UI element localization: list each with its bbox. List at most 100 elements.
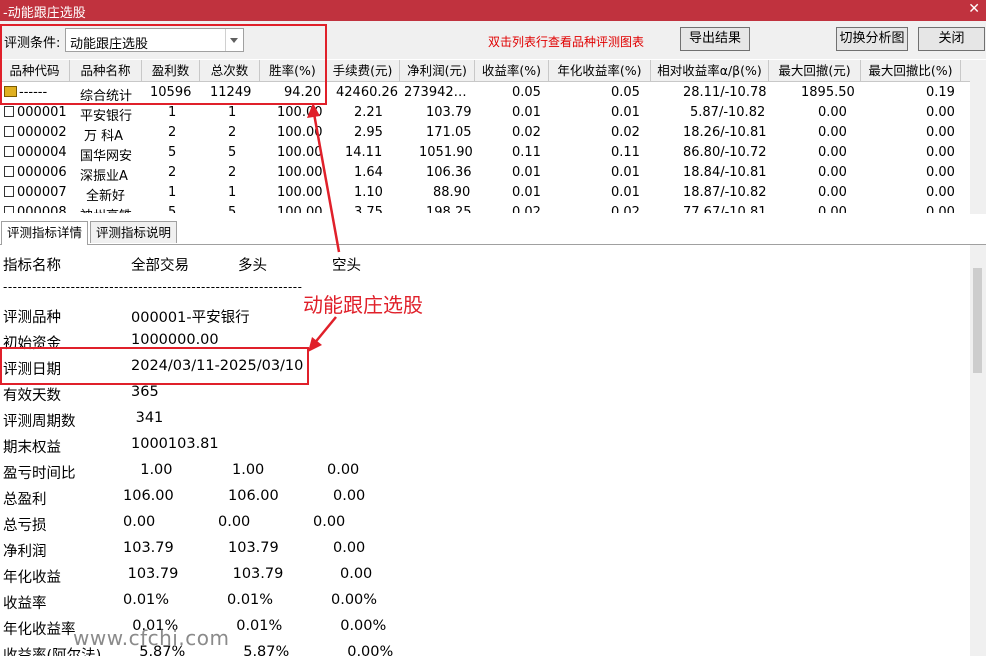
title-bar: -动能跟庄选股 ✕ — [0, 0, 986, 21]
cell: 1.64 — [354, 165, 383, 180]
detail-label: 总盈利 — [3, 492, 47, 508]
cell: 0.02 — [611, 125, 640, 140]
detail-value: 103.79 — [228, 566, 284, 582]
detail-label: 年化收益 — [3, 570, 61, 586]
cell: 18.84/-10.81 — [683, 165, 767, 180]
detail-panel: 指标名称 全部交易 多头 空头 ------------------------… — [0, 245, 970, 656]
cell: 5 — [228, 205, 237, 213]
watermark: www.cfchi.com — [73, 626, 230, 650]
cell: 0.00 — [926, 165, 955, 180]
close-button[interactable]: 关闭 — [918, 27, 985, 51]
detail-label: 评测周期数 — [3, 414, 76, 430]
cell: 0.01 — [611, 165, 640, 180]
cell: 1 — [228, 185, 237, 200]
row-checkbox[interactable] — [4, 206, 14, 213]
cell: 0.01 — [611, 185, 640, 200]
highlight-box-date — [0, 347, 309, 385]
cell: 100.00 — [277, 105, 323, 120]
row-checkbox[interactable] — [4, 106, 14, 117]
cell: 171.05 — [426, 125, 472, 140]
col-header[interactable]: 最大回撤比(%) — [861, 60, 961, 81]
detail-value: 106.00 — [123, 488, 174, 504]
cell: 28.11/-10.78 — [683, 85, 767, 100]
cell: 86.80/-10.72 — [683, 145, 767, 160]
detail-value: 103.79 — [123, 566, 179, 582]
col-header[interactable]: 收益率(%) — [475, 60, 549, 81]
cell: 神州高铁 — [80, 205, 132, 213]
table-row[interactable]: 000001 平安银行 1 1 100.00 2.21 103.79 0.01 … — [0, 103, 970, 124]
cell: 0.00 — [818, 205, 847, 213]
cell: 0.02 — [512, 125, 541, 140]
detail-value: 0.00 — [333, 488, 366, 504]
export-button[interactable]: 导出结果 — [680, 27, 750, 51]
cell: 000004 — [17, 145, 67, 160]
cell: 0.11 — [611, 145, 640, 160]
cell: 000006 — [17, 165, 67, 180]
cell: 万 科A — [84, 129, 124, 144]
detail-value: 106.00 — [228, 488, 279, 504]
col-header[interactable]: 最大回撤(元) — [769, 60, 861, 81]
detail-value: 0.01% — [123, 592, 170, 608]
close-icon[interactable]: ✕ — [968, 1, 980, 17]
cell: 0.00 — [818, 165, 847, 180]
cell: 全新好 — [86, 189, 126, 204]
cell: 88.90 — [433, 185, 471, 200]
cell: 0.02 — [512, 205, 541, 213]
cell: 1.10 — [354, 185, 383, 200]
cell: 0.01 — [512, 165, 541, 180]
col-header[interactable]: 相对收益率α/β(%) — [651, 60, 769, 81]
cell: 42460.26 — [336, 85, 399, 100]
table-row[interactable]: 000004 国华网安 5 5 100.00 14.11 1051.90 0.1… — [0, 143, 970, 164]
tab-explain[interactable]: 评测指标说明 — [90, 221, 177, 243]
table-row[interactable]: 000002 万 科A 2 2 100.00 2.95 171.05 0.02 … — [0, 123, 970, 144]
table-scrollbar[interactable] — [970, 60, 986, 214]
detail-header-long: 多头 — [238, 258, 267, 274]
detail-value: 1000103.81 — [131, 436, 219, 452]
switch-chart-button[interactable]: 切换分析图 — [836, 27, 908, 51]
cell: 2 — [228, 165, 237, 180]
detail-value: 0.00 — [340, 566, 373, 582]
cell: 3.75 — [354, 205, 383, 213]
cell: 0.00 — [818, 185, 847, 200]
cell: 0.01 — [611, 105, 640, 120]
row-checkbox[interactable] — [4, 186, 14, 197]
cell: 1895.50 — [801, 85, 855, 100]
cell: 平安银行 — [80, 109, 133, 124]
cell: 198.25 — [426, 205, 472, 213]
detail-header-name: 指标名称 — [3, 258, 61, 274]
cell: 2 — [168, 165, 177, 180]
detail-value: 1.00 — [131, 462, 173, 478]
row-checkbox[interactable] — [4, 126, 14, 137]
detail-label: 评测品种 — [3, 310, 61, 326]
col-header[interactable]: 手续费(元) — [326, 60, 400, 81]
table-row[interactable]: 000006 深振业A 2 2 100.00 1.64 106.36 0.01 … — [0, 163, 970, 184]
row-checkbox[interactable] — [4, 146, 14, 157]
cell: 1 — [168, 105, 177, 120]
cell: 000001 — [17, 105, 67, 120]
detail-label: 净利润 — [3, 544, 47, 560]
cell: 0.05 — [611, 85, 640, 100]
col-header[interactable]: 净利润(元) — [400, 60, 475, 81]
cell: 0.00 — [818, 105, 847, 120]
cell: 5 — [168, 145, 177, 160]
cell: 77.67/-10.81 — [683, 205, 767, 213]
cell: 273942… — [404, 85, 467, 100]
scrollbar-thumb[interactable] — [973, 268, 982, 373]
detail-value: 1000000.00 — [131, 332, 219, 348]
row-checkbox[interactable] — [4, 166, 14, 177]
hint-text: 双击列表行查看品种评测图表 — [488, 35, 645, 49]
cell: 0.05 — [512, 85, 541, 100]
table-row[interactable]: 000008 神州高铁 5 5 100.00 3.75 198.25 0.02 … — [0, 203, 970, 213]
cell: 0.01 — [512, 105, 541, 120]
tab-detail[interactable]: 评测指标详情 — [1, 221, 88, 245]
cell: 103.79 — [426, 105, 472, 120]
col-header[interactable]: 年化收益率(%) — [549, 60, 651, 81]
detail-value: 103.79 — [228, 540, 279, 556]
detail-separator: ----------------------------------------… — [3, 280, 303, 294]
cell: 0.00 — [926, 185, 955, 200]
cell: 100.00 — [277, 185, 323, 200]
cell: 2.95 — [354, 125, 383, 140]
table-row[interactable]: 000007 全新好 1 1 100.00 1.10 88.90 0.01 0.… — [0, 183, 970, 204]
cell: 0.00 — [926, 105, 955, 120]
detail-value: 0.00% — [331, 618, 387, 634]
